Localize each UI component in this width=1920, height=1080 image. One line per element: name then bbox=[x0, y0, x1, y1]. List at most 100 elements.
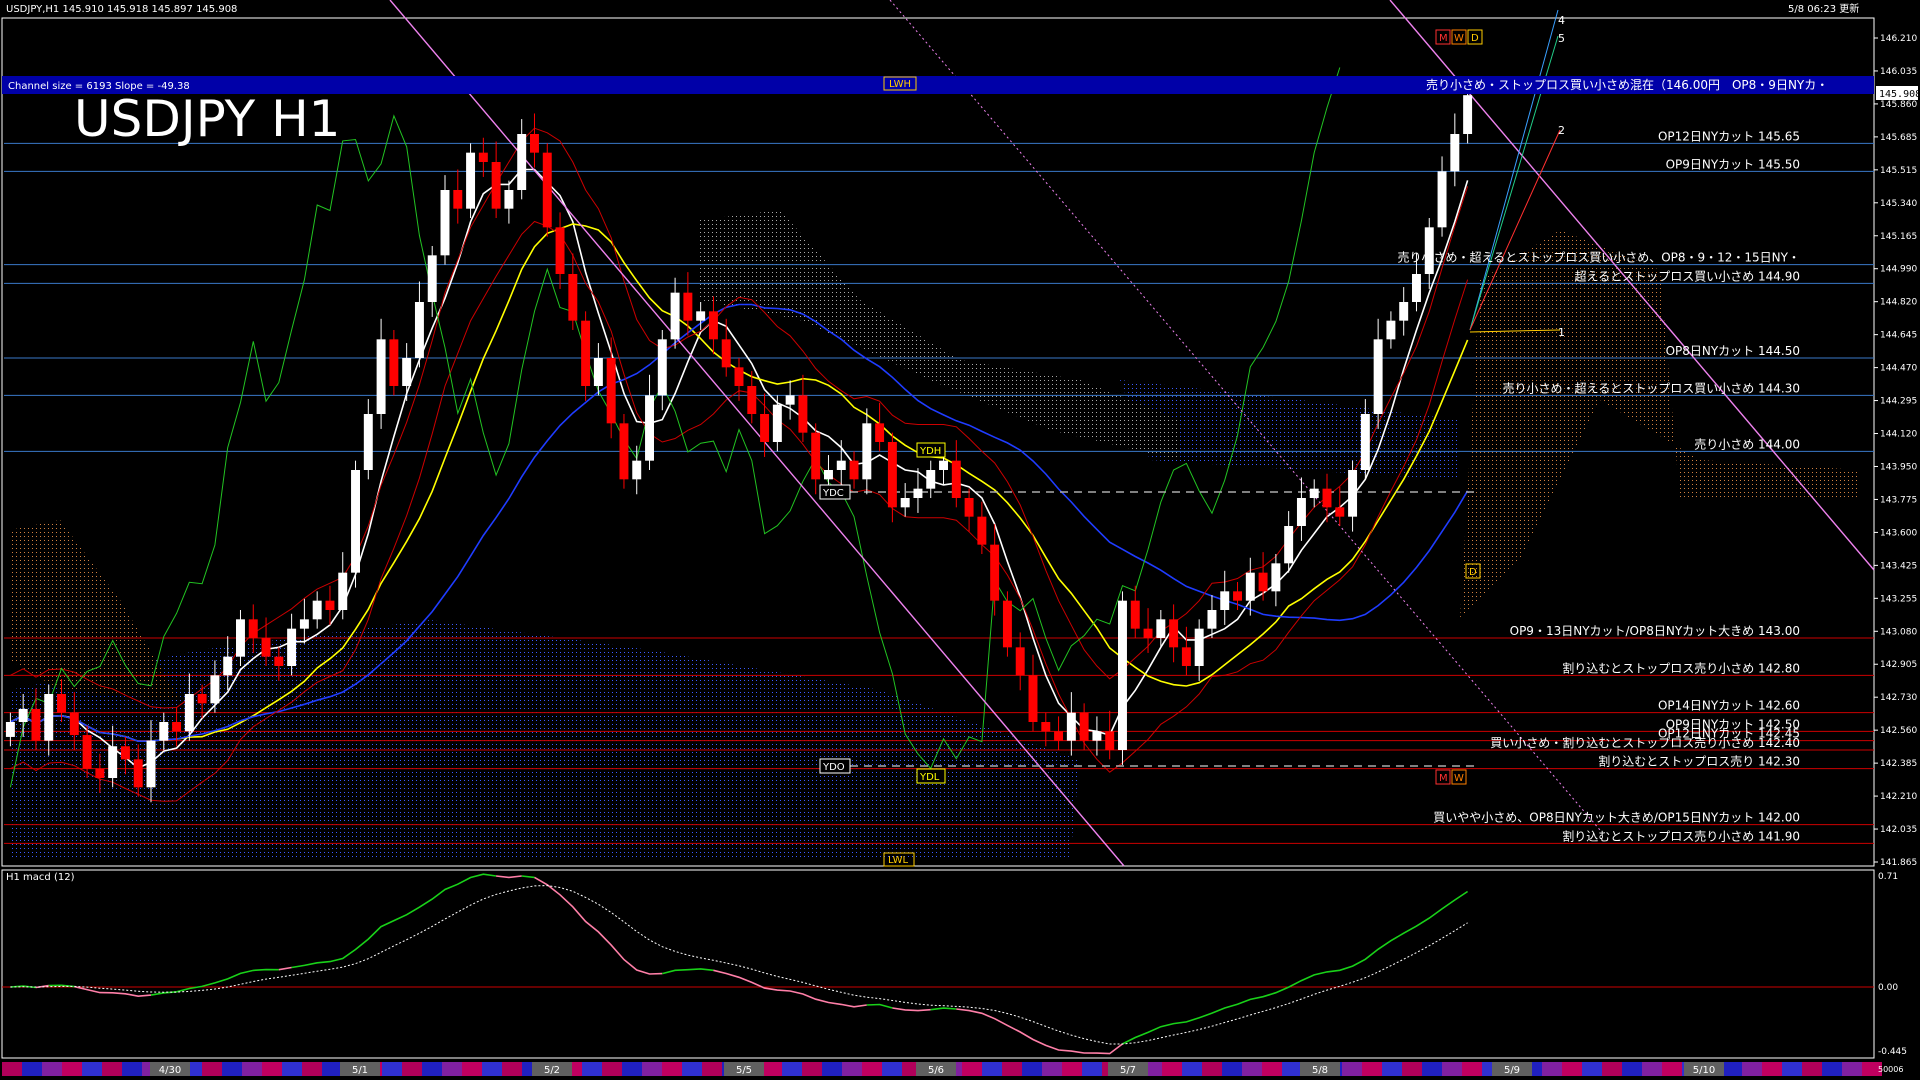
candle-body bbox=[900, 498, 910, 508]
candle-body bbox=[1041, 722, 1051, 732]
date-strip-block bbox=[622, 1062, 642, 1076]
level-label: 割り込むとストップロス売り小さめ 142.80 bbox=[1562, 660, 1800, 675]
candle-body bbox=[363, 414, 373, 470]
date-strip-block bbox=[862, 1062, 882, 1076]
candle-body bbox=[69, 712, 79, 736]
date-label: 5/1 bbox=[352, 1065, 368, 1076]
price-tick-label: 144.820 bbox=[1880, 298, 1917, 308]
date-strip-block bbox=[1282, 1062, 1302, 1076]
symbol-info: USDJPY,H1 145.910 145.918 145.897 145.90… bbox=[6, 4, 237, 15]
date-strip-block bbox=[442, 1062, 462, 1076]
candle-body bbox=[18, 708, 28, 722]
date-strip-block bbox=[1542, 1062, 1562, 1076]
date-strip-block bbox=[22, 1062, 42, 1076]
candle-body bbox=[338, 572, 348, 610]
candle-body bbox=[146, 740, 156, 788]
date-strip-block bbox=[1562, 1062, 1582, 1076]
level-label: OP8日NYカット 144.50 bbox=[1666, 344, 1800, 358]
date-strip-block bbox=[762, 1062, 782, 1076]
date-strip-block bbox=[502, 1062, 522, 1076]
date-strip-block bbox=[102, 1062, 122, 1076]
date-strip-block bbox=[202, 1062, 222, 1076]
candle-body bbox=[1360, 414, 1370, 470]
candle-body bbox=[836, 460, 846, 470]
candle-body bbox=[453, 190, 463, 209]
date-label: 5/2 bbox=[544, 1065, 560, 1076]
price-tick-label: 143.255 bbox=[1880, 594, 1917, 604]
marker-ydc: YDC bbox=[819, 484, 851, 500]
price-tick-label: 142.905 bbox=[1880, 660, 1917, 670]
price-tick-label: 142.730 bbox=[1880, 693, 1917, 703]
marker-ydl: YDL bbox=[916, 768, 946, 784]
candle-body bbox=[568, 274, 578, 321]
candle-body bbox=[1105, 731, 1115, 750]
level-label: 売り小さめ・超えるとストップロス買い小さめ 144.30 bbox=[1503, 380, 1800, 395]
date-strip-block bbox=[1382, 1062, 1402, 1076]
svg-text:M: M bbox=[1439, 773, 1448, 784]
candle-body bbox=[57, 694, 66, 713]
candle-body bbox=[849, 460, 859, 480]
date-strip-block bbox=[1162, 1062, 1182, 1076]
candle-body bbox=[325, 600, 335, 610]
price-tick-label: 143.600 bbox=[1880, 528, 1917, 538]
date-strip-block bbox=[1362, 1062, 1382, 1076]
date-strip-block bbox=[1462, 1062, 1482, 1076]
candle-body bbox=[721, 339, 731, 368]
date-strip-block bbox=[1262, 1062, 1282, 1076]
fan-label-1: 1 bbox=[1558, 326, 1565, 339]
price-tick-label: 142.035 bbox=[1880, 825, 1917, 835]
candle-body bbox=[593, 358, 603, 386]
price-tick-label: 145.515 bbox=[1880, 166, 1917, 176]
svg-text:W: W bbox=[1454, 33, 1464, 44]
date-strip-block bbox=[1422, 1062, 1442, 1076]
svg-text:D: D bbox=[1471, 33, 1479, 44]
candle-body bbox=[466, 152, 476, 209]
date-strip-block bbox=[1242, 1062, 1262, 1076]
candle-body bbox=[402, 358, 412, 386]
date-strip-block bbox=[1042, 1062, 1062, 1076]
candle-body bbox=[1335, 507, 1345, 517]
level-label: 割り込むとストップロス売り小さめ 141.90 bbox=[1562, 828, 1800, 843]
date-strip-block bbox=[982, 1062, 1002, 1076]
candle-body bbox=[287, 628, 297, 666]
date-strip-block bbox=[462, 1062, 482, 1076]
svg-text:W: W bbox=[1454, 773, 1464, 784]
date-strip-block bbox=[682, 1062, 702, 1076]
banner-text: 売り小さめ・ストップロス買い小さめ混在（146.00円 OP8・9日NYカ・ bbox=[1426, 77, 1828, 92]
marker-ydo: YDO bbox=[819, 758, 851, 774]
candle-body bbox=[1284, 526, 1294, 564]
candle-body bbox=[1079, 712, 1089, 741]
fan-label-2: 2 bbox=[1558, 124, 1565, 137]
date-strip-block bbox=[402, 1062, 422, 1076]
level-label: 割り込むとストップロス売り 142.30 bbox=[1598, 754, 1800, 769]
date-strip-block bbox=[842, 1062, 862, 1076]
svg-text:YDO: YDO bbox=[822, 762, 845, 773]
price-tick-label: 145.340 bbox=[1880, 199, 1917, 209]
candle-body bbox=[581, 320, 591, 386]
level-label: 超えるとストップロス買い小さめ 144.90 bbox=[1575, 268, 1800, 283]
candle-body bbox=[1015, 647, 1025, 676]
marker-ydh: YDH bbox=[916, 442, 946, 458]
candle-body bbox=[184, 694, 194, 732]
level-label: 売り小さめ 144.00 bbox=[1694, 436, 1800, 451]
price-tick-label: 144.295 bbox=[1880, 397, 1917, 407]
candle-body bbox=[1156, 619, 1166, 638]
price-tick-label: 145.860 bbox=[1880, 100, 1917, 110]
candle-body bbox=[862, 423, 872, 480]
candle-body bbox=[274, 656, 284, 666]
price-tick-label: 144.470 bbox=[1880, 364, 1917, 374]
macd-axis-top: 0.71 bbox=[1878, 872, 1898, 882]
date-strip-block bbox=[1182, 1062, 1202, 1076]
date-label: 5/7 bbox=[1120, 1065, 1136, 1076]
candle-body bbox=[44, 694, 54, 741]
candle-body bbox=[772, 404, 782, 442]
chart-canvas[interactable]: OP12日NYカット 145.65 OP9日NYカット 145.50 売り小さめ・超… bbox=[0, 0, 1920, 1080]
candle-body bbox=[172, 722, 182, 732]
date-strip-block bbox=[1802, 1062, 1822, 1076]
level-label: OP9・13日NYカット/OP8日NYカット大きめ 143.00 bbox=[1510, 624, 1800, 638]
candle-body bbox=[376, 339, 386, 414]
candle-body bbox=[990, 544, 1000, 601]
candle-body bbox=[248, 619, 258, 638]
date-strip-block bbox=[1002, 1062, 1022, 1076]
level-label: OP9日NYカット 145.50 bbox=[1666, 157, 1800, 171]
